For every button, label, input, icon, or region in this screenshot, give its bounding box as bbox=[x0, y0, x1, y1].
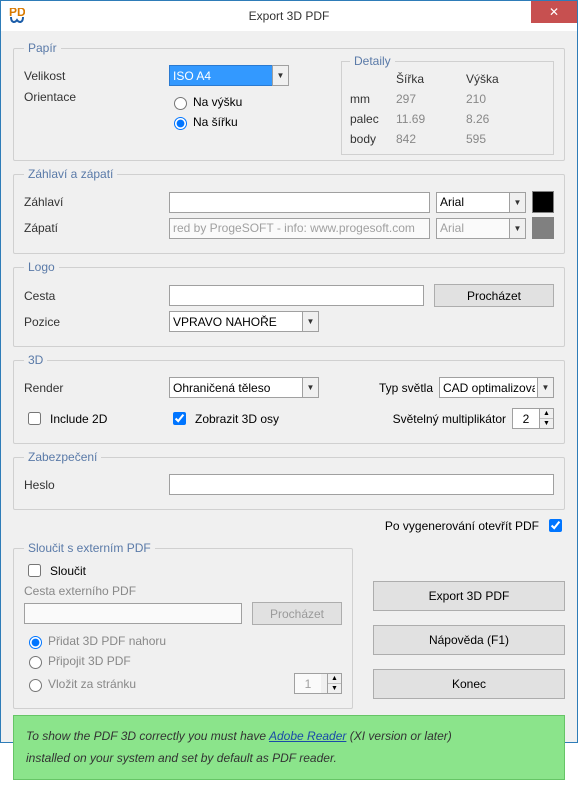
app-icon: PDF bbox=[9, 8, 25, 24]
footer-font-select[interactable]: Arial bbox=[436, 218, 526, 239]
header-label: Záhlaví bbox=[24, 195, 169, 209]
details-val: 210 bbox=[466, 92, 526, 106]
include-2d-label: Include 2D bbox=[50, 412, 107, 426]
titlebar: PDF Export 3D PDF ✕ bbox=[1, 1, 577, 31]
password-input[interactable] bbox=[169, 474, 554, 495]
footer-note: To show the PDF 3D correctly you must ha… bbox=[13, 715, 565, 780]
show-axes-checkbox[interactable] bbox=[173, 412, 186, 425]
details-height-header: Výška bbox=[466, 72, 526, 86]
size-label: Velikost bbox=[24, 69, 169, 83]
size-select[interactable]: ISO A4 bbox=[169, 65, 289, 86]
security-legend: Zabezpečení bbox=[24, 450, 101, 464]
merge-group: Sloučit s externím PDF Sloučit Cesta ext… bbox=[13, 541, 353, 709]
light-mult-label: Světelný multiplikátor bbox=[393, 412, 506, 426]
details-val: 297 bbox=[396, 92, 466, 106]
logo-group: Logo Cesta Procházet Pozice VPRAVO NAHOŘ… bbox=[13, 260, 565, 347]
merge-opt-top-radio[interactable] bbox=[29, 636, 42, 649]
close-button[interactable]: ✕ bbox=[531, 1, 577, 23]
merge-opt-append-label: Připojit 3D PDF bbox=[48, 654, 131, 668]
orient-landscape-label: Na šířku bbox=[193, 115, 238, 129]
three-d-group: 3D Render Ohraničená těleso Typ světla C… bbox=[13, 353, 565, 444]
merge-checkbox[interactable] bbox=[28, 564, 41, 577]
header-footer-group: Záhlaví a zápatí Záhlaví Arial Zápatí Ar… bbox=[13, 167, 565, 254]
footer-input[interactable] bbox=[169, 218, 430, 239]
render-select[interactable]: Ohraničená těleso bbox=[169, 377, 319, 398]
adobe-reader-link[interactable]: Adobe Reader bbox=[269, 729, 346, 743]
header-color-swatch[interactable] bbox=[532, 191, 554, 213]
password-label: Heslo bbox=[24, 478, 169, 492]
close-dialog-button[interactable]: Konec bbox=[373, 669, 565, 699]
details-group: Detaily ŠířkaVýška mm297210 palec11.698.… bbox=[341, 61, 554, 155]
paper-legend: Papír bbox=[24, 41, 61, 55]
merge-page-spinner[interactable]: ▲▼ bbox=[294, 673, 342, 694]
merge-chk-label: Sloučit bbox=[50, 564, 86, 578]
logo-browse-button[interactable]: Procházet bbox=[434, 284, 554, 307]
details-val: 842 bbox=[396, 132, 466, 146]
details-unit: palec bbox=[350, 112, 396, 126]
logo-pos-label: Pozice bbox=[24, 315, 169, 329]
light-type-select[interactable]: CAD optimalizovar bbox=[439, 377, 554, 398]
logo-path-input[interactable] bbox=[169, 285, 424, 306]
header-input[interactable] bbox=[169, 192, 430, 213]
three-d-legend: 3D bbox=[24, 353, 47, 367]
post-open-checkbox[interactable] bbox=[549, 519, 562, 532]
footer-text-pre: To show the PDF 3D correctly you must ha… bbox=[26, 729, 269, 743]
orient-portrait-radio[interactable] bbox=[174, 97, 187, 110]
footer-label: Zápatí bbox=[24, 221, 169, 235]
spinner-up-icon[interactable]: ▲ bbox=[540, 409, 553, 419]
orientation-label: Orientace bbox=[24, 90, 169, 104]
hf-legend: Záhlaví a zápatí bbox=[24, 167, 117, 181]
spinner-down-icon[interactable]: ▼ bbox=[328, 684, 341, 693]
light-mult-input[interactable] bbox=[513, 409, 539, 428]
details-unit: body bbox=[350, 132, 396, 146]
export-button[interactable]: Export 3D PDF bbox=[373, 581, 565, 611]
merge-page-input[interactable] bbox=[295, 674, 321, 693]
light-mult-spinner[interactable]: ▲▼ bbox=[512, 408, 554, 429]
logo-pos-select[interactable]: VPRAVO NAHOŘE bbox=[169, 311, 319, 332]
merge-opt-append-radio[interactable] bbox=[29, 656, 42, 669]
post-open-label: Po vygenerování otevřít PDF bbox=[385, 519, 539, 533]
merge-path-input[interactable] bbox=[24, 603, 242, 624]
spinner-down-icon[interactable]: ▼ bbox=[540, 419, 553, 428]
details-legend: Detaily bbox=[350, 54, 395, 68]
merge-opt-top-label: Přidat 3D PDF nahoru bbox=[48, 634, 166, 648]
merge-legend: Sloučit s externím PDF bbox=[24, 541, 155, 555]
details-val: 8.26 bbox=[466, 112, 526, 126]
merge-opt-insert-label: Vložit za stránku bbox=[48, 677, 136, 691]
help-button[interactable]: Nápověda (F1) bbox=[373, 625, 565, 655]
footer-text-post: installed on your system and set by defa… bbox=[26, 751, 337, 765]
details-width-header: Šířka bbox=[396, 72, 466, 86]
show-axes-label: Zobrazit 3D osy bbox=[195, 412, 279, 426]
light-type-label: Typ světla bbox=[379, 381, 433, 395]
paper-group: Papír Velikost ISO A4 Orientace Na výšku… bbox=[13, 41, 565, 161]
footer-text-mid: (XI version or later) bbox=[346, 729, 451, 743]
orient-portrait-label: Na výšku bbox=[193, 95, 242, 109]
details-val: 11.69 bbox=[396, 112, 466, 126]
security-group: Zabezpečení Heslo bbox=[13, 450, 565, 510]
logo-path-label: Cesta bbox=[24, 289, 169, 303]
header-font-select[interactable]: Arial bbox=[436, 192, 526, 213]
details-unit: mm bbox=[350, 92, 396, 106]
logo-legend: Logo bbox=[24, 260, 59, 274]
orient-landscape-radio[interactable] bbox=[174, 117, 187, 130]
include-2d-checkbox[interactable] bbox=[28, 412, 41, 425]
merge-opt-insert-radio[interactable] bbox=[29, 679, 42, 692]
spinner-up-icon[interactable]: ▲ bbox=[328, 674, 341, 684]
merge-path-label: Cesta externího PDF bbox=[24, 584, 342, 598]
details-val: 595 bbox=[466, 132, 526, 146]
close-icon: ✕ bbox=[549, 5, 559, 19]
footer-color-swatch[interactable] bbox=[532, 217, 554, 239]
window-title: Export 3D PDF bbox=[249, 9, 330, 23]
render-label: Render bbox=[24, 381, 169, 395]
merge-browse-button[interactable]: Procházet bbox=[252, 602, 342, 625]
